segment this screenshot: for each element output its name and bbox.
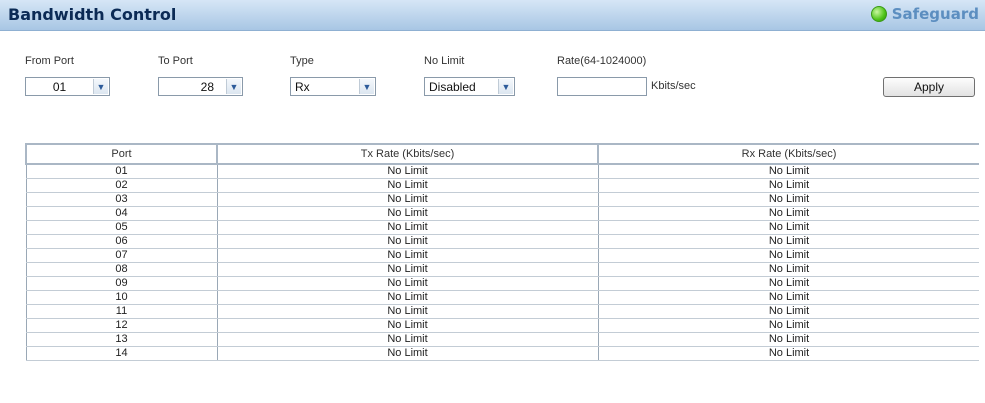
port-cell: 07 [25,248,218,263]
table-header-row: Port Tx Rate (Kbits/sec) Rx Rate (Kbits/… [25,143,979,165]
port-cell: 09 [25,276,218,291]
safeguard-indicator: Safeguard [870,5,979,23]
rx-rate-cell: No Limit [597,318,979,333]
status-led-icon [870,6,887,22]
rx-rate-cell: No Limit [597,178,979,193]
title-bar: Bandwidth Control Safeguard [0,0,985,31]
tx-rate-cell: No Limit [216,248,599,263]
table-body: 01 No Limit No Limit 02 No Limit No Limit 03 No… [25,164,979,361]
table-row: 12 No Limit No Limit [25,318,979,333]
table-row: 05 No Limit No Limit [25,220,979,235]
rx-rate-cell: No Limit [597,248,979,263]
port-cell: 10 [25,290,218,305]
rx-rate-cell: No Limit [597,164,979,179]
rx-rate-cell: No Limit [597,332,979,347]
to-port-label: To Port [158,55,193,67]
tx-rate-cell: No Limit [216,332,599,347]
type-label: Type [290,55,314,67]
table-row: 13 No Limit No Limit [25,332,979,347]
port-cell: 02 [25,178,218,193]
apply-button[interactable]: Apply [883,77,975,97]
table-row: 09 No Limit No Limit [25,276,979,291]
rx-rate-cell: No Limit [597,220,979,235]
to-port-select[interactable]: 28 ▼ [158,77,243,96]
tx-rate-cell: No Limit [216,234,599,249]
port-cell: 11 [25,304,218,319]
from-port-value: 01 [52,79,67,94]
table-row: 07 No Limit No Limit [25,248,979,263]
chevron-down-icon[interactable]: ▼ [359,79,374,94]
table-row: 04 No Limit No Limit [25,206,979,221]
chevron-down-icon[interactable]: ▼ [93,79,108,94]
rate-unit-label: Kbits/sec [651,80,696,92]
tx-rate-cell: No Limit [216,206,599,221]
rx-rate-cell: No Limit [597,192,979,207]
port-cell: 05 [25,220,218,235]
bandwidth-table: Port Tx Rate (Kbits/sec) Rx Rate (Kbits/… [25,143,979,361]
tx-rate-cell: No Limit [216,220,599,235]
port-cell: 12 [25,318,218,333]
from-port-label: From Port [25,55,74,67]
rate-label: Rate(64-1024000) [557,55,647,67]
table-row: 11 No Limit No Limit [25,304,979,319]
table-row: 06 No Limit No Limit [25,234,979,249]
chevron-down-icon[interactable]: ▼ [226,79,241,94]
rx-rate-cell: No Limit [597,290,979,305]
rx-rate-cell: No Limit [597,206,979,221]
chevron-down-icon[interactable]: ▼ [498,79,513,94]
rate-input[interactable] [557,77,647,96]
rx-rate-cell: No Limit [597,276,979,291]
no-limit-select[interactable]: Disabled ▼ [424,77,515,96]
table-row: 02 No Limit No Limit [25,178,979,193]
rx-rate-cell: No Limit [597,304,979,319]
tx-rate-cell: No Limit [216,192,599,207]
tx-rate-cell: No Limit [216,164,599,179]
port-cell: 08 [25,262,218,277]
tx-rate-cell: No Limit [216,318,599,333]
table-row: 01 No Limit No Limit [25,164,979,179]
port-cell: 14 [25,346,218,361]
type-value: Rx [295,79,310,94]
from-port-select[interactable]: 01 ▼ [25,77,110,96]
port-cell: 03 [25,192,218,207]
table-row: 10 No Limit No Limit [25,290,979,305]
port-cell: 04 [25,206,218,221]
safeguard-label: Safeguard [891,5,979,23]
bandwidth-table-container[interactable]: Port Tx Rate (Kbits/sec) Rx Rate (Kbits/… [25,143,979,403]
rx-rate-cell: No Limit [597,234,979,249]
table-row: 14 No Limit No Limit [25,346,979,361]
tx-rate-cell: No Limit [216,304,599,319]
tx-rate-cell: No Limit [216,346,599,361]
table-row: 08 No Limit No Limit [25,262,979,277]
port-cell: 06 [25,234,218,249]
no-limit-value: Disabled [429,79,476,94]
table-row: 03 No Limit No Limit [25,192,979,207]
column-header-port: Port [25,143,218,165]
tx-rate-cell: No Limit [216,262,599,277]
tx-rate-cell: No Limit [216,178,599,193]
type-select[interactable]: Rx ▼ [290,77,376,96]
column-header-rx-rate: Rx Rate (Kbits/sec) [597,143,979,165]
port-cell: 13 [25,332,218,347]
tx-rate-cell: No Limit [216,276,599,291]
column-header-tx-rate: Tx Rate (Kbits/sec) [216,143,599,165]
rx-rate-cell: No Limit [597,346,979,361]
page-title: Bandwidth Control [8,5,177,24]
port-cell: 01 [25,164,218,179]
tx-rate-cell: No Limit [216,290,599,305]
rx-rate-cell: No Limit [597,262,979,277]
no-limit-label: No Limit [424,55,465,67]
to-port-value: 28 [200,79,214,94]
